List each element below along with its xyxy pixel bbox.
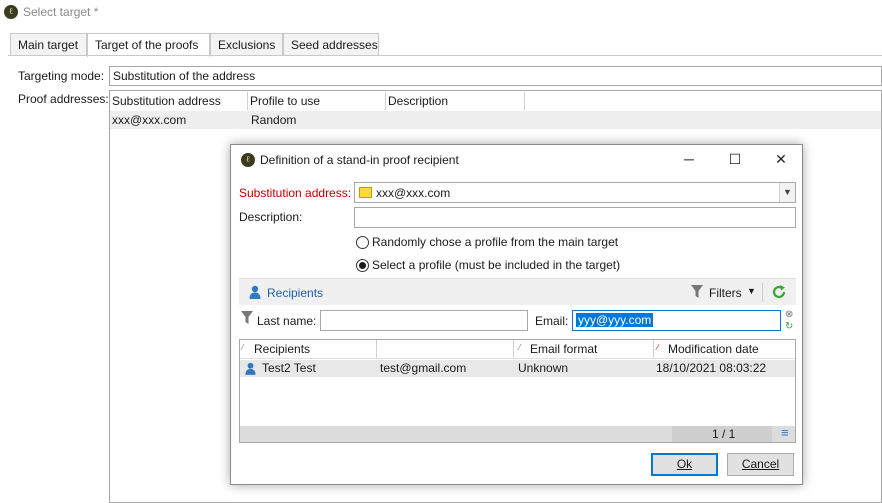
apply-filter-icon[interactable]: ↻ xyxy=(785,321,793,332)
toolbar-divider xyxy=(762,283,763,302)
clear-filter-icon[interactable]: ⊗ xyxy=(785,309,793,320)
radio-select-icon xyxy=(356,259,369,272)
recipients-link[interactable]: Recipients xyxy=(267,286,323,300)
recipient-modified: 18/10/2021 08:03:22 xyxy=(656,361,767,375)
ok-button[interactable]: Ok xyxy=(651,453,718,476)
pager-text: 1 / 1 xyxy=(712,427,736,441)
proof-addresses-label: Proof addresses: xyxy=(18,92,109,106)
email-input[interactable]: yyy@yyy.com xyxy=(572,310,781,331)
tab-label: Target of the proofs xyxy=(95,38,199,52)
tab-seed-addresses[interactable]: Seed addresses xyxy=(283,33,379,56)
cancel-button[interactable]: Cancel xyxy=(727,453,794,476)
column-header-description[interactable]: Description xyxy=(386,92,525,110)
column-header-profile[interactable]: Profile to use xyxy=(248,92,386,110)
recipients-list[interactable]: ⁄ Recipients ⁄ Email format ⁄ Modificati… xyxy=(239,339,796,443)
column-header-substitution-address[interactable]: Substitution address xyxy=(110,92,248,110)
email-value: yyy@yyy.com xyxy=(576,313,654,327)
list-header: ⁄ Recipients ⁄ Email format ⁄ Modificati… xyxy=(240,340,795,359)
radio-random-label: Randomly chose a profile from the main t… xyxy=(372,235,619,249)
column-header-recipients[interactable]: Recipients xyxy=(252,340,377,358)
window-title: Select target * xyxy=(23,5,99,19)
description-label: Description: xyxy=(239,210,303,224)
lastname-label: Last name: xyxy=(257,314,317,328)
dialog-logo-icon: ℓ xyxy=(241,153,255,167)
email-label: Email: xyxy=(535,314,569,328)
chevron-down-icon[interactable]: ▼ xyxy=(779,183,795,202)
column-header-modification-date[interactable]: Modification date xyxy=(666,340,794,358)
cancel-label: Cancel xyxy=(741,457,780,471)
list-item[interactable]: Test2 Test test@gmail.com Unknown 18/10/… xyxy=(240,360,795,377)
tab-label: Main target xyxy=(18,38,79,52)
sort-icon: ⁄ xyxy=(242,343,244,352)
targeting-mode-field[interactable]: Substitution of the address xyxy=(109,66,882,86)
targeting-mode-label: Targeting mode: xyxy=(18,69,105,83)
tab-exclusions[interactable]: Exclusions xyxy=(210,33,283,56)
tab-target-of-proofs[interactable]: Target of the proofs xyxy=(87,33,210,57)
row-profile: Random xyxy=(251,113,297,127)
dialog-title: Definition of a stand-in proof recipient xyxy=(260,153,459,167)
list-menu-icon[interactable]: ≡ xyxy=(781,425,789,440)
filter-icon xyxy=(691,285,703,298)
substitution-address-combo[interactable]: xxx@xxx.com ▼ xyxy=(354,182,796,203)
radio-select-label: Select a profile (must be included in th… xyxy=(372,258,621,272)
description-field[interactable] xyxy=(354,207,796,228)
maximize-icon[interactable]: ☐ xyxy=(721,149,749,169)
recipients-toolbar: Recipients Filters ▼ xyxy=(239,278,796,305)
lastname-input[interactable] xyxy=(320,310,528,331)
table-row[interactable]: xxx@xxx.com Random xyxy=(110,111,881,129)
column-header-email[interactable] xyxy=(377,340,514,358)
recipient-name: Test2 Test xyxy=(262,361,316,375)
tab-main-target[interactable]: Main target xyxy=(10,33,87,56)
substitution-address-value: xxx@xxx.com xyxy=(376,186,451,200)
ok-label: Ok xyxy=(676,457,693,471)
filter-icon xyxy=(241,311,253,324)
recipient-person-icon xyxy=(249,285,261,299)
row-address: xxx@xxx.com xyxy=(112,113,187,127)
column-header-email-format[interactable]: Email format xyxy=(528,340,654,358)
sort-icon: ⁄ xyxy=(519,343,521,352)
filters-chevron-icon[interactable]: ▼ xyxy=(747,286,756,296)
recipient-email-format: Unknown xyxy=(518,361,569,375)
stand-in-recipient-dialog: ℓ Definition of a stand-in proof recipie… xyxy=(230,144,803,485)
radio-select-profile[interactable]: Select a profile (must be included in th… xyxy=(356,258,656,274)
substitution-address-label: Substitution address: xyxy=(239,186,352,200)
address-book-icon xyxy=(359,187,372,198)
recipient-person-icon xyxy=(245,362,256,375)
list-status-bar: 1 / 1 ≡ xyxy=(240,425,795,442)
filters-button[interactable]: Filters xyxy=(709,286,742,300)
recipient-email: test@gmail.com xyxy=(380,361,467,375)
tab-label: Exclusions xyxy=(218,38,276,52)
minimize-icon[interactable]: ─ xyxy=(675,149,703,169)
radio-random-profile[interactable]: Randomly chose a profile from the main t… xyxy=(356,235,656,251)
title-bar: ℓ Select target * xyxy=(0,0,882,24)
refresh-icon[interactable] xyxy=(771,284,787,300)
app-logo-icon: ℓ xyxy=(4,5,18,19)
sort-desc-icon: ⁄ xyxy=(657,343,659,352)
close-icon[interactable]: ✕ xyxy=(767,149,795,169)
tab-divider xyxy=(8,55,882,56)
tab-label: Seed addresses xyxy=(291,38,378,52)
radio-random-icon xyxy=(356,236,369,249)
